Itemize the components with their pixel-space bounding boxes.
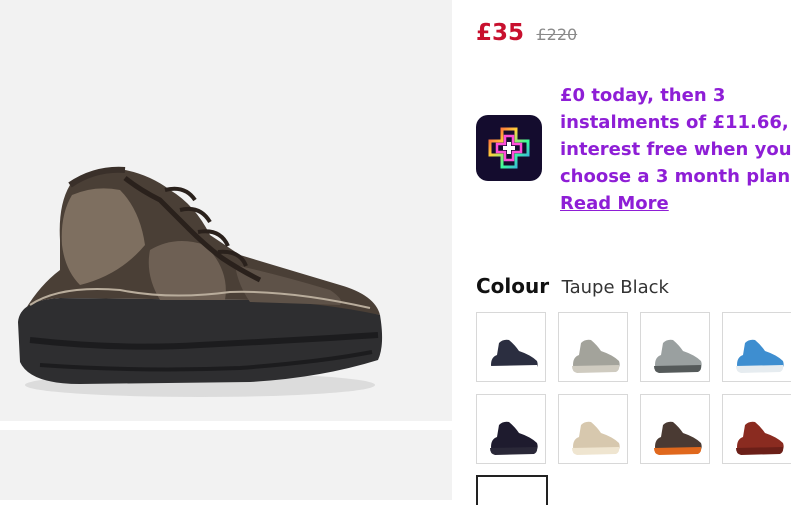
current-price: £35	[476, 20, 525, 46]
bnpl-line: interest free when you	[560, 139, 791, 160]
product-thumbnail-image[interactable]	[0, 430, 452, 500]
colour-swatch-light-blue[interactable]	[722, 312, 791, 382]
swatch-shoe-thumbnail	[736, 421, 784, 455]
colour-swatch-selected[interactable]	[476, 475, 548, 505]
original-price: £220	[536, 25, 578, 44]
shoe-image	[18, 166, 383, 397]
colour-swatch-navy-black[interactable]	[476, 312, 546, 382]
swatch-shoe-thumbnail	[490, 421, 538, 455]
read-more-link[interactable]: Read More	[560, 190, 669, 217]
swatch-shoe-thumbnail	[490, 339, 538, 373]
swatch-shoe-thumbnail	[736, 339, 784, 373]
bnpl-line: instalments of £11.66,	[560, 112, 789, 133]
colour-swatch-black-purple[interactable]	[476, 394, 546, 464]
colour-label: Colour	[476, 274, 550, 298]
colour-swatch-grey-dark-sole[interactable]	[640, 312, 710, 382]
product-main-image[interactable]	[0, 0, 452, 421]
colour-swatch-light-grey[interactable]	[558, 312, 628, 382]
colour-swatch-blush[interactable]	[558, 394, 628, 464]
cross-logo-icon	[488, 127, 530, 169]
bnpl-message: £0 today, then 3 instalments of £11.66, …	[560, 82, 791, 217]
bnpl-cross-logo-icon	[476, 115, 542, 181]
swatch-shoe-thumbnail	[654, 421, 702, 455]
colour-swatch-rust-red[interactable]	[722, 394, 791, 464]
swatch-shoe-thumbnail	[572, 421, 620, 455]
colour-selector-header: Colour Taupe Black	[476, 274, 669, 298]
swatch-shoe-thumbnail	[572, 339, 620, 373]
colour-swatch-brown-orange-sole[interactable]	[640, 394, 710, 464]
price-row: £35 £220	[476, 20, 577, 46]
bnpl-line: choose a 3 month plan.	[560, 166, 791, 187]
bnpl-line: £0 today, then 3	[560, 85, 726, 106]
swatch-shoe-thumbnail	[654, 339, 702, 373]
selected-colour-value: Taupe Black	[561, 277, 669, 298]
